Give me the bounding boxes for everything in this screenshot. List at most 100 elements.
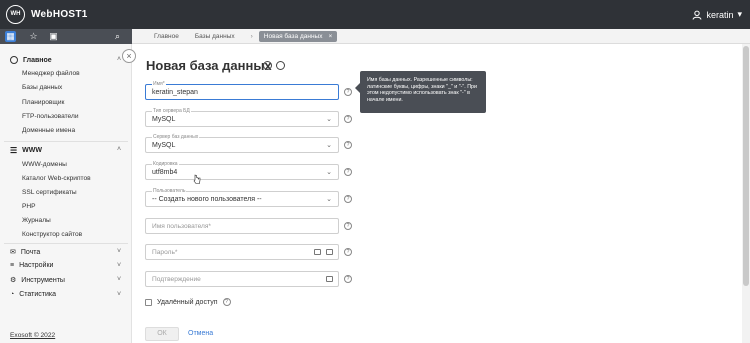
- sidebar: Главное ˄ Менеджер файлов Базы данных Пл…: [0, 44, 132, 343]
- chevron-up-icon[interactable]: ˄: [117, 56, 121, 63]
- chevron-down-icon[interactable]: ˅: [117, 276, 121, 283]
- password-field[interactable]: Пароль*: [145, 244, 339, 260]
- globe-icon: [10, 56, 18, 64]
- sidebar-item-mail[interactable]: ✉ Почта: [10, 248, 41, 257]
- star-icon[interactable]: ☆: [28, 31, 39, 42]
- help-icon[interactable]: ?: [344, 275, 352, 283]
- tab-new-database[interactable]: Новая база данных ×: [258, 31, 338, 42]
- sidebar-item-domains[interactable]: Доменные имена: [22, 127, 75, 134]
- close-panel-button[interactable]: ×: [122, 49, 136, 63]
- database-name-field[interactable]: Имя* keratin_stepan: [145, 81, 339, 100]
- sliders-icon: ≡: [10, 262, 15, 269]
- help-icon[interactable]: ?: [222, 298, 231, 306]
- sidebar-item-file-manager[interactable]: Менеджер файлов: [22, 70, 80, 77]
- mouse-cursor-icon: [193, 174, 201, 184]
- item-label: Настройки: [19, 262, 54, 269]
- username-field[interactable]: Имя пользователя*: [145, 218, 339, 234]
- sidebar-item-scheduler[interactable]: Планировщик: [22, 99, 64, 106]
- chevron-down-icon: ⌄: [326, 116, 332, 123]
- confirm-password-field[interactable]: Подтверждение: [145, 271, 339, 287]
- sidebar-toolbar: ▦ ☆ ▣ ⌕: [0, 29, 132, 44]
- help-icon[interactable]: ?: [344, 195, 352, 203]
- chevron-down-icon: ⌄: [326, 169, 332, 176]
- briefcase-icon[interactable]: ▣: [48, 31, 59, 42]
- logo: WH: [6, 5, 25, 24]
- scrollbar-thumb[interactable]: [743, 46, 749, 286]
- field-value: MySQL: [152, 142, 176, 149]
- field-value: MySQL: [152, 116, 176, 123]
- user-menu[interactable]: keratin ▾: [692, 9, 742, 20]
- title-icons: [263, 61, 285, 70]
- chevron-down-icon[interactable]: ˅: [117, 291, 121, 298]
- chevron-up-icon[interactable]: ˄: [117, 146, 121, 153]
- user-select[interactable]: Пользователь -- Создать нового пользоват…: [145, 188, 339, 207]
- chevron-down-icon[interactable]: ˅: [117, 248, 121, 255]
- chevron-down-icon: ⌄: [326, 196, 332, 203]
- sidebar-item-logs[interactable]: Журналы: [22, 217, 51, 224]
- help-icon[interactable]: ?: [344, 115, 352, 123]
- divider: [4, 141, 128, 142]
- help-icon[interactable]: ?: [344, 222, 352, 230]
- sidebar-item-stats[interactable]: ◔ Статистика: [10, 291, 56, 298]
- field-label: Кодировка: [152, 161, 179, 167]
- breadcrumb-main[interactable]: Главное: [154, 33, 179, 40]
- chevron-down-icon: ⌄: [326, 142, 332, 149]
- checkbox-label: Удалённый доступ: [157, 298, 218, 306]
- chevron-down-icon[interactable]: ˅: [117, 262, 121, 269]
- tab-label: Новая база данных: [263, 33, 323, 40]
- field-label: Пользователь: [152, 188, 187, 194]
- db-server-select[interactable]: Сервер баз данных MySQL ⌄: [145, 134, 339, 153]
- sidebar-section-main[interactable]: Главное: [10, 56, 52, 64]
- chevron-right-icon: ›: [250, 33, 253, 40]
- sidebar-item-www-domains[interactable]: WWW-домены: [22, 161, 67, 168]
- field-value: -- Создать нового пользователя --: [152, 196, 262, 203]
- sidebar-item-site-builder[interactable]: Конструктор сайтов: [22, 231, 82, 238]
- scrollbar[interactable]: [742, 44, 750, 343]
- sidebar-section-www[interactable]: ☰ WWW: [10, 146, 42, 155]
- item-label: Инструменты: [21, 276, 65, 284]
- breadcrumb-databases[interactable]: Базы данных: [195, 33, 235, 40]
- grid-icon[interactable]: ▦: [5, 31, 16, 42]
- help-icon[interactable]: ?: [344, 248, 352, 256]
- search-icon[interactable]: ⌕: [112, 31, 123, 42]
- tooltip: Имя базы данных. Разрешенные символы: ла…: [355, 71, 486, 113]
- sidebar-item-tools[interactable]: ⚙ Инструменты: [10, 276, 65, 285]
- remote-access-checkbox[interactable]: [145, 298, 152, 306]
- encoding-select[interactable]: Кодировка utf8mb4 ⌄: [145, 161, 339, 180]
- item-label: Почта: [20, 248, 41, 256]
- field-placeholder: Имя пользователя*: [152, 223, 211, 230]
- username-label: keratin: [706, 9, 734, 20]
- keyboard-icon[interactable]: [314, 249, 321, 255]
- field-value: utf8mb4: [152, 169, 178, 176]
- section-label: WWW: [22, 147, 42, 154]
- help-icon[interactable]: ?: [344, 88, 352, 96]
- copy-icon[interactable]: [326, 249, 333, 255]
- keyboard-icon[interactable]: [326, 276, 333, 282]
- help-icon[interactable]: ?: [344, 168, 352, 176]
- mail-icon: ✉: [10, 249, 16, 256]
- field-label: Имя*: [152, 81, 166, 87]
- sidebar-item-ftp-users[interactable]: FTP-пользователи: [22, 113, 79, 120]
- divider: [4, 243, 128, 244]
- sidebar-item-databases[interactable]: Базы данных: [22, 84, 62, 91]
- help-icon[interactable]: [276, 61, 285, 70]
- settings-icon[interactable]: [263, 61, 272, 70]
- sidebar-item-ssl[interactable]: SSL сертификаты: [22, 189, 77, 196]
- sidebar-item-web-scripts[interactable]: Каталог Web-скриптов: [22, 175, 91, 182]
- sidebar-item-php[interactable]: PHP: [22, 203, 36, 210]
- sidebar-item-settings[interactable]: ≡ Настройки: [10, 262, 53, 269]
- user-icon: [692, 10, 702, 20]
- page-title: Новая база данных: [146, 58, 272, 73]
- remote-access-checkbox-row[interactable]: Удалённый доступ ?: [145, 298, 231, 306]
- copyright-link[interactable]: Exosoft © 2022: [10, 332, 55, 339]
- server-type-select[interactable]: Тип сервера БД MySQL ⌄: [145, 108, 339, 127]
- field-label: Сервер баз данных: [152, 134, 200, 140]
- brand-name: WebHOST1: [31, 9, 88, 20]
- ok-button[interactable]: ОК: [145, 327, 179, 341]
- field-label: Тип сервера БД: [152, 108, 191, 114]
- close-icon[interactable]: ×: [328, 33, 332, 40]
- help-icon[interactable]: ?: [344, 141, 352, 149]
- menu-icon: ☰: [10, 146, 18, 155]
- chevron-down-icon: ▾: [737, 9, 742, 19]
- cancel-button[interactable]: Отмена: [188, 330, 213, 337]
